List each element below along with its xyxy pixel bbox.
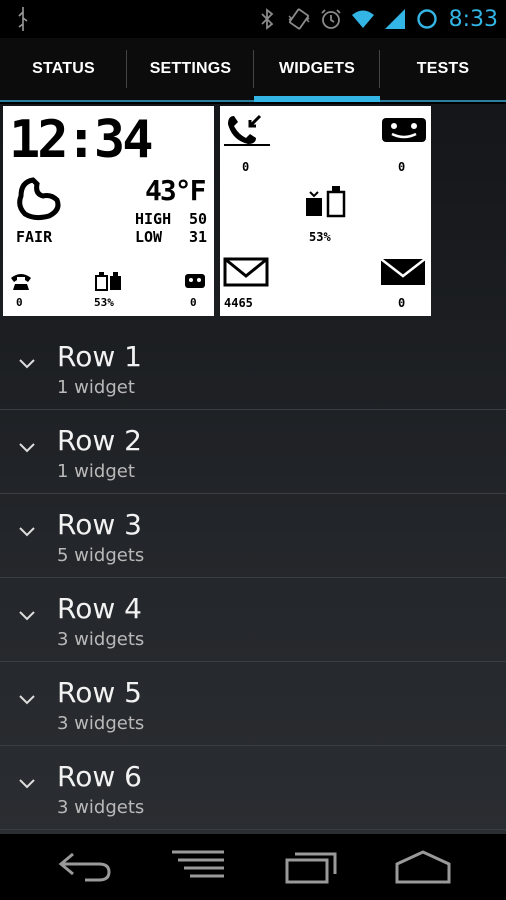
chevron-down-icon: [19, 695, 35, 705]
alarm-icon: [320, 9, 341, 29]
mail-count: 0: [398, 296, 406, 310]
sms-count: 0: [190, 296, 197, 309]
weather-condition: FAIR: [16, 228, 53, 246]
high-label: HIGH: [135, 210, 172, 228]
row-title: Row 2: [57, 424, 142, 457]
email-icon: [223, 257, 269, 287]
vibrate-icon: [288, 8, 310, 30]
tab-bar: STATUS SETTINGS WIDGETS TESTS: [0, 38, 506, 102]
temperature: 43°F: [145, 174, 206, 207]
sms-icon: [185, 274, 205, 288]
row-subtitle: 3 widgets: [57, 713, 145, 734]
tab-label: SETTINGS: [149, 60, 232, 77]
tab-label: STATUS: [32, 60, 95, 77]
row-subtitle: 1 widget: [57, 461, 135, 482]
signal-icon: [384, 9, 405, 29]
phone-icon: [11, 274, 31, 290]
back-icon[interactable]: [55, 846, 115, 886]
widget-rows-list: Row 1 1 widget Row 2 1 widget Row 3 5 wi…: [0, 326, 506, 830]
row-subtitle: 1 widget: [57, 377, 135, 398]
clock-time: 12:34: [9, 110, 154, 170]
battery-level-icon: [306, 186, 346, 218]
sms-count: 0: [398, 160, 406, 174]
tab-widgets[interactable]: WIDGETS: [254, 38, 380, 102]
status-bar: 8:33: [0, 0, 506, 38]
row-title: Row 4: [57, 592, 142, 625]
low-label: LOW: [135, 228, 163, 246]
battery-percent: 53%: [94, 296, 114, 309]
tab-label: TESTS: [416, 60, 470, 77]
list-item[interactable]: Row 4 3 widgets: [0, 578, 506, 662]
high-value: 50: [189, 210, 208, 228]
row-subtitle: 3 widgets: [57, 629, 145, 650]
weather-fair-icon: [17, 177, 61, 221]
battery-level-icon: [95, 272, 121, 291]
list-item[interactable]: Row 6 3 widgets: [0, 746, 506, 830]
chevron-down-icon: [19, 779, 35, 789]
widget-preview-clock-weather[interactable]: 12:34 43°F FAIR HIGH 50 LOW 31 0 53% 0: [3, 106, 214, 316]
status-time: 8:33: [448, 6, 498, 32]
low-value: 31: [189, 228, 208, 246]
list-item[interactable]: Row 5 3 widgets: [0, 662, 506, 746]
chevron-down-icon: [19, 611, 35, 621]
bluetooth-icon: [260, 8, 273, 30]
mail-icon: [380, 258, 426, 285]
list-item[interactable]: Row 1 1 widget: [0, 326, 506, 410]
chevron-down-icon: [19, 359, 35, 369]
row-title: Row 1: [57, 340, 142, 373]
row-subtitle: 3 widgets: [57, 797, 145, 818]
row-title: Row 5: [57, 676, 142, 709]
widget-preview-notifications[interactable]: 0 0 53% 4465 0: [220, 106, 431, 316]
phone-count: 0: [16, 296, 23, 309]
widgets-content: 12:34 43°F FAIR HIGH 50 LOW 31 0 53% 0 0…: [0, 104, 506, 834]
list-item[interactable]: Row 2 1 widget: [0, 410, 506, 494]
home-icon[interactable]: [393, 846, 453, 886]
menu-icon[interactable]: [168, 846, 228, 886]
missed-calls-count: 0: [242, 160, 250, 174]
navigation-bar: [0, 834, 506, 900]
tab-tests[interactable]: TESTS: [380, 38, 506, 100]
tab-label: WIDGETS: [278, 60, 356, 77]
tab-status[interactable]: STATUS: [0, 38, 127, 100]
battery-percent: 53%: [309, 230, 331, 244]
missed-call-icon: [224, 114, 270, 146]
email-count: 4465: [224, 296, 253, 310]
list-item[interactable]: Row 3 5 widgets: [0, 494, 506, 578]
chevron-down-icon: [19, 443, 35, 453]
row-subtitle: 5 widgets: [57, 545, 145, 566]
wifi-icon: [351, 10, 374, 28]
recent-apps-icon[interactable]: [283, 846, 343, 886]
battery-icon: [416, 9, 437, 29]
chevron-down-icon: [19, 527, 35, 537]
row-title: Row 3: [57, 508, 142, 541]
usb-debug-icon: [18, 7, 28, 31]
sms-icon: [382, 118, 426, 142]
tab-settings[interactable]: SETTINGS: [127, 38, 254, 100]
row-title: Row 6: [57, 760, 142, 793]
